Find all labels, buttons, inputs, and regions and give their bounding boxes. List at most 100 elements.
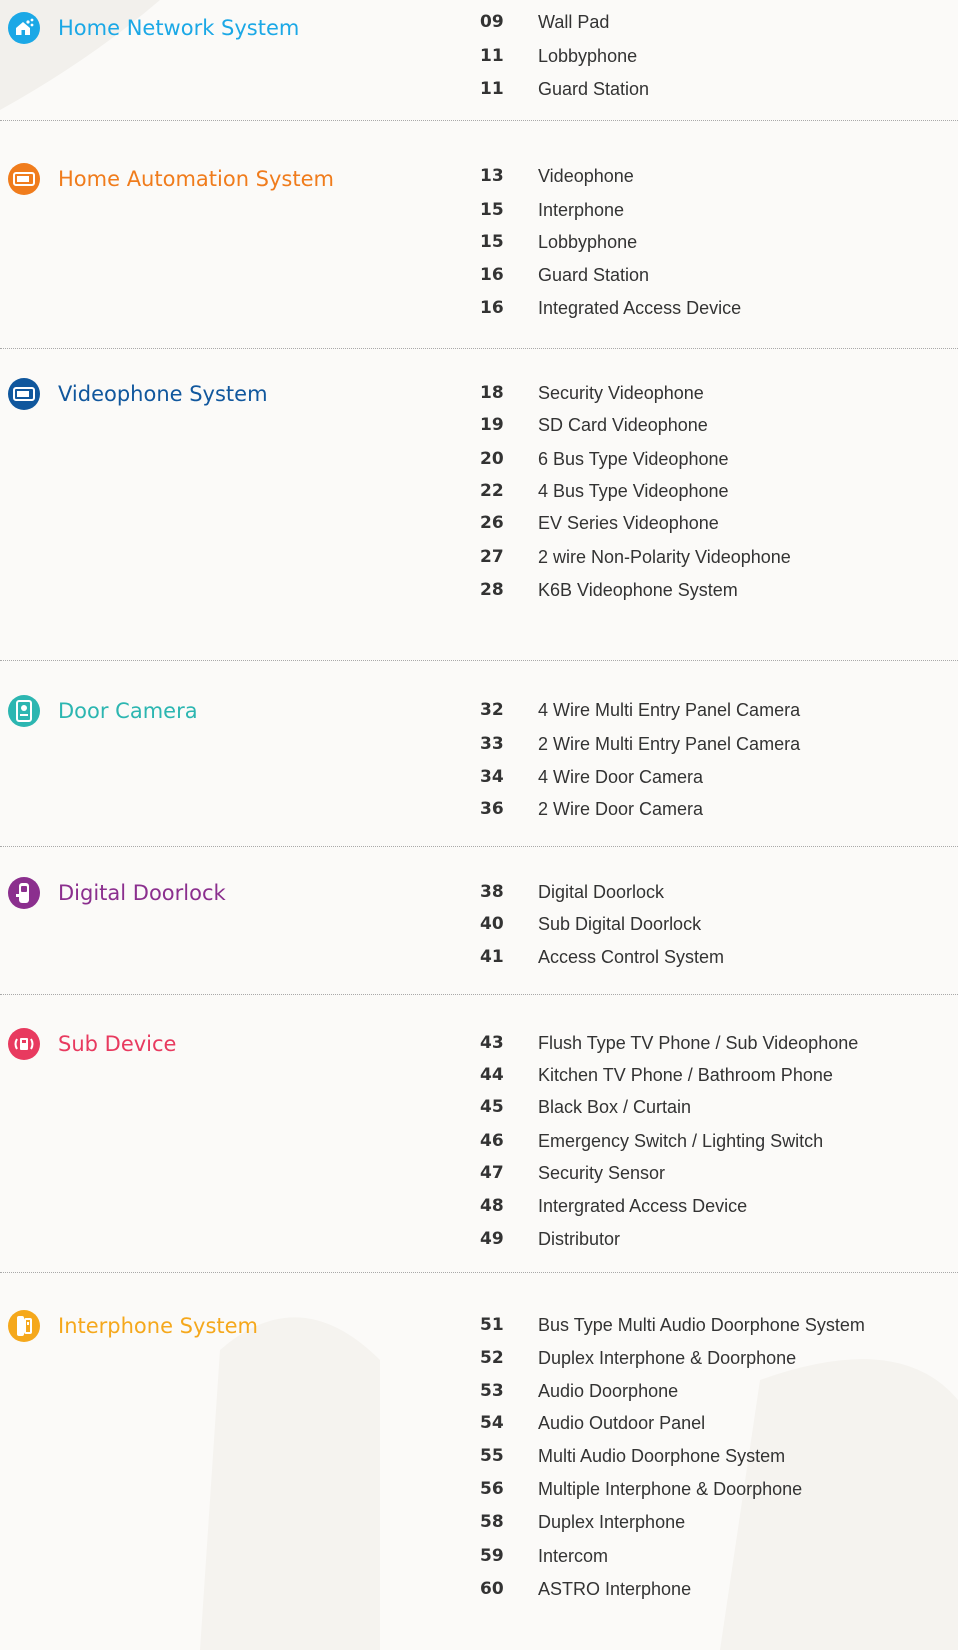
section-title: Home Network System	[58, 16, 300, 40]
entry-label: 4 Wire Multi Entry Panel Camera	[538, 699, 801, 720]
entry-label: Duplex Interphone	[538, 1511, 686, 1532]
section-divider	[0, 660, 958, 661]
toc-entry[interactable]: 11 Guard Station	[480, 73, 649, 105]
toc-entry[interactable]: 41 Access Control System	[480, 941, 724, 973]
toc-entry[interactable]: 38 Digital Doorlock	[480, 876, 664, 908]
page-number: 33	[480, 734, 504, 754]
page-number: 56	[480, 1479, 504, 1499]
toc-entry[interactable]: 16 Integrated Access Device	[480, 292, 741, 324]
page-number: 46	[480, 1131, 504, 1151]
background-decoration	[0, 0, 958, 1650]
section-header[interactable]: Interphone System	[8, 1310, 258, 1342]
page-number: 43	[480, 1033, 504, 1053]
page-number: 52	[480, 1348, 504, 1368]
entry-label: Security Videophone	[538, 382, 704, 403]
entry-label: Audio Outdoor Panel	[538, 1412, 706, 1433]
toc-entry[interactable]: 27 2 wire Non-Polarity Videophone	[480, 541, 791, 573]
page-number: 18	[480, 383, 504, 403]
entry-label: 2 wire Non-Polarity Videophone	[538, 546, 791, 567]
section-title: Home Automation System	[58, 167, 334, 191]
page-number: 45	[480, 1097, 504, 1117]
page-number: 58	[480, 1512, 504, 1532]
page-number: 36	[480, 799, 504, 819]
section-header[interactable]: Home Network System	[8, 12, 299, 44]
entry-label: Digital Doorlock	[538, 881, 665, 902]
signal-device-icon	[8, 1028, 40, 1060]
toc-entry[interactable]: 47 Security Sensor	[480, 1157, 665, 1189]
toc-entry[interactable]: 20 6 Bus Type Videophone	[480, 443, 729, 475]
toc-entry[interactable]: 18 Security Videophone	[480, 377, 704, 409]
page-number: 26	[480, 513, 504, 533]
toc-entry[interactable]: 34 4 Wire Door Camera	[480, 761, 703, 793]
entry-label: Security Sensor	[538, 1162, 666, 1183]
page-number: 16	[480, 298, 504, 318]
entry-label: Black Box / Curtain	[538, 1096, 692, 1117]
entry-label: 2 Wire Multi Entry Panel Camera	[538, 733, 801, 754]
toc-entry[interactable]: 46 Emergency Switch / Lighting Switch	[480, 1125, 823, 1157]
entry-label: Duplex Interphone & Doorphone	[538, 1347, 797, 1368]
toc-entry[interactable]: 52 Duplex Interphone & Doorphone	[480, 1342, 796, 1374]
toc-entry[interactable]: 22 4 Bus Type Videophone	[480, 475, 729, 507]
section-header[interactable]: Door Camera	[8, 695, 198, 727]
toc-entry[interactable]: 53 Audio Doorphone	[480, 1375, 678, 1407]
toc-entry[interactable]: 54 Audio Outdoor Panel	[480, 1407, 705, 1439]
section-header[interactable]: Digital Doorlock	[8, 877, 226, 909]
toc-entry[interactable]: 51 Bus Type Multi Audio Doorphone System	[480, 1309, 865, 1341]
entry-label: Emergency Switch / Lighting Switch	[538, 1130, 824, 1151]
toc-entry[interactable]: 28 K6B Videophone System	[480, 574, 738, 606]
entry-label: Distributor	[538, 1228, 621, 1249]
toc-entry[interactable]: 55 Multi Audio Doorphone System	[480, 1440, 785, 1472]
page-number: 40	[480, 914, 504, 934]
page-number: 60	[480, 1579, 504, 1599]
page-number: 44	[480, 1065, 504, 1085]
page-number: 22	[480, 481, 504, 501]
page-number: 11	[480, 79, 504, 99]
entry-label: K6B Videophone System	[538, 579, 738, 600]
section-header[interactable]: Videophone System	[8, 378, 268, 410]
toc-entry[interactable]: 49 Distributor	[480, 1223, 620, 1255]
section-divider	[0, 994, 958, 995]
entry-label: Multi Audio Doorphone System	[538, 1445, 786, 1466]
toc-entry[interactable]: 19 SD Card Videophone	[480, 409, 708, 441]
page-number: 13	[480, 166, 504, 186]
page-number: 09	[480, 12, 504, 32]
toc-entry[interactable]: 09 Wall Pad	[480, 6, 609, 38]
toc-entry[interactable]: 16 Guard Station	[480, 259, 649, 291]
page-number: 38	[480, 882, 504, 902]
toc-entry[interactable]: 26 EV Series Videophone	[480, 507, 719, 539]
videophone-screen-icon	[8, 163, 40, 195]
toc-entry[interactable]: 32 4 Wire Multi Entry Panel Camera	[480, 694, 800, 726]
toc-entry[interactable]: 15 Interphone	[480, 194, 624, 226]
entry-label: Guard Station	[538, 78, 650, 99]
toc-entry[interactable]: 15 Lobbyphone	[480, 226, 637, 258]
toc-entry[interactable]: 11 Lobbyphone	[480, 40, 637, 72]
toc-entry[interactable]: 48 Intergrated Access Device	[480, 1190, 747, 1222]
toc-entry[interactable]: 40 Sub Digital Doorlock	[480, 908, 701, 940]
toc-entry[interactable]: 56 Multiple Interphone & Doorphone	[480, 1473, 802, 1505]
toc-entry[interactable]: 58 Duplex Interphone	[480, 1506, 685, 1538]
section-title: Digital Doorlock	[58, 881, 226, 905]
section-header[interactable]: Home Automation System	[8, 163, 334, 195]
section-divider	[0, 846, 958, 847]
toc-entry[interactable]: 60 ASTRO Interphone	[480, 1573, 691, 1605]
toc-entry[interactable]: 44 Kitchen TV Phone / Bathroom Phone	[480, 1059, 833, 1091]
page-number: 41	[480, 947, 504, 967]
toc-entry[interactable]: 45 Black Box / Curtain	[480, 1091, 691, 1123]
monitor-icon	[8, 378, 40, 410]
entry-label: Sub Digital Doorlock	[538, 913, 702, 934]
section-title: Sub Device	[58, 1032, 177, 1056]
entry-label: 4 Bus Type Videophone	[538, 480, 729, 501]
page-number: 48	[480, 1196, 504, 1216]
house-network-icon	[8, 12, 40, 44]
page-number: 28	[480, 580, 504, 600]
page-number: 59	[480, 1546, 504, 1566]
entry-label: Wall Pad	[538, 11, 610, 32]
entry-label: Intercom	[538, 1545, 609, 1566]
toc-entry[interactable]: 13 Videophone	[480, 160, 634, 192]
toc-entry[interactable]: 33 2 Wire Multi Entry Panel Camera	[480, 728, 800, 760]
toc-entry[interactable]: 36 2 Wire Door Camera	[480, 793, 703, 825]
toc-entry[interactable]: 59 Intercom	[480, 1540, 608, 1572]
entry-label: Guard Station	[538, 264, 650, 285]
section-header[interactable]: Sub Device	[8, 1028, 176, 1060]
toc-entry[interactable]: 43 Flush Type TV Phone / Sub Videophone	[480, 1027, 858, 1059]
